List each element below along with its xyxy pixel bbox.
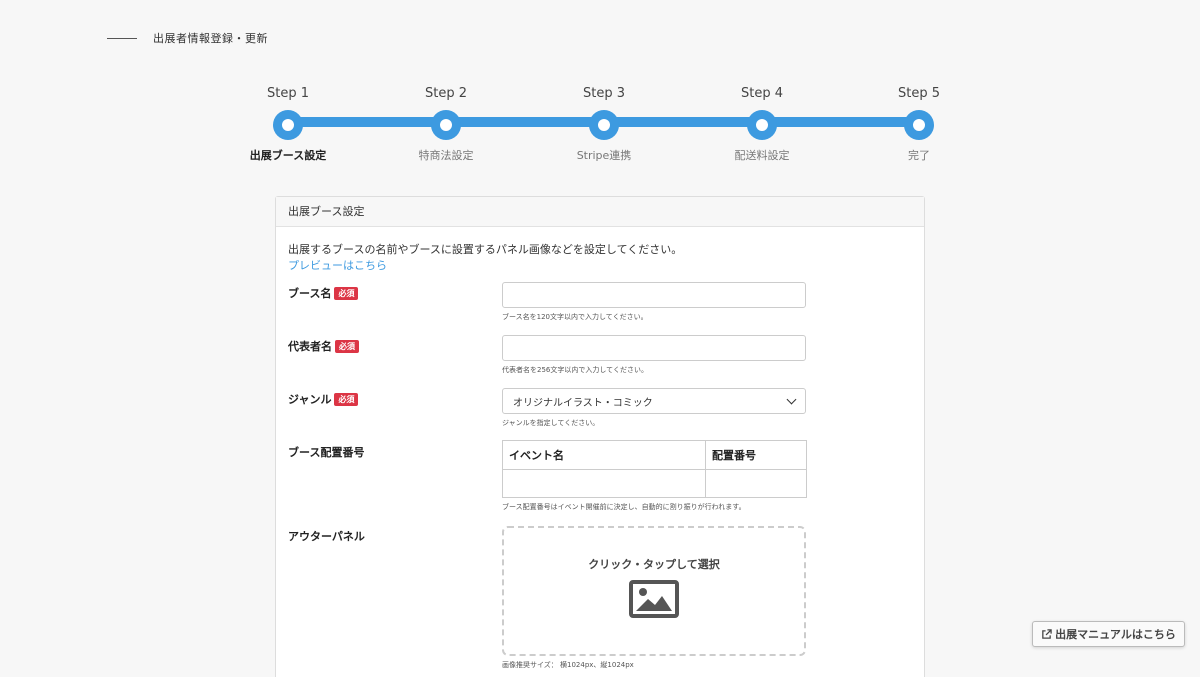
required-badge: 必須 [334,392,359,406]
step-5: Step 5 完了 [869,84,969,163]
genre-select[interactable]: オリジナルイラスト・コミック [502,388,806,414]
manual-button-label: 出展マニュアルはこちら [1055,629,1176,641]
genre-hint: ジャンルを指定してください。 [502,419,600,427]
step-node [431,110,461,140]
page-header: 出展者情報登録・更新 [107,30,268,46]
page-title: 出展者情報登録・更新 [153,32,268,45]
card-title: 出展ブース設定 [276,197,924,227]
step-node [904,110,934,140]
header-rule [107,37,137,39]
table-cell [502,468,706,498]
booth-settings-card: 出展ブース設定 出展するブースの名前やブースに設置するパネル画像などを設定してく… [275,196,925,677]
booth-name-hint: ブース名を120文字以内で入力してください。 [502,313,648,321]
outer-panel-label: アウターパネル [288,528,365,544]
field-label-text: アウターパネル [288,530,365,543]
booth-number-label: ブース配置番号 [288,444,364,460]
step-name: 配送料設定 [734,149,790,162]
table-cell [705,468,807,498]
step-node [273,110,303,140]
step-name: 特商法設定 [418,149,474,162]
exhibitor-manual-button[interactable]: 出展マニュアルはこちら [1032,621,1185,647]
image-icon [629,580,679,618]
representative-label: 代表者名 必須 [288,338,359,354]
booth-name-label: ブース名 必須 [288,285,359,301]
step-node [747,110,777,140]
step-number: Step 2 [424,86,467,101]
step-number: Step 1 [266,86,309,101]
genre-selected-value: オリジナルイラスト・コミック [513,397,653,409]
outer-panel-dropzone[interactable]: クリック・タップして選択 [502,526,806,656]
field-label-text: ジャンル [288,393,332,406]
field-label-text: 代表者名 [288,340,332,353]
representative-hint: 代表者名を256文字以内で入力してください。 [502,366,648,374]
outer-panel-hint: 画像推奨サイズ： 横1024px、縦1024px [502,661,634,669]
dropzone-text: クリック・タップして選択 [588,558,720,571]
chevron-down-icon [786,394,797,404]
step-name: 完了 [908,149,930,162]
column-header-event: イベント名 [502,440,706,470]
step-name: Stripe連携 [576,149,632,162]
step-3: Step 3 Stripe連携 [554,84,654,163]
step-4: Step 4 配送料設定 [712,84,812,163]
table-row [502,468,807,498]
preview-link[interactable]: プレビューはこちら [288,257,387,273]
step-node [589,110,619,140]
step-name: 出展ブース設定 [249,149,327,162]
genre-label: ジャンル 必須 [288,391,359,407]
step-number: Step 5 [897,86,940,101]
step-number: Step 4 [740,86,783,101]
booth-number-table: イベント名 配置番号 [502,440,807,498]
required-badge: 必須 [335,339,359,353]
step-2: Step 2 特商法設定 [396,84,496,163]
representative-input[interactable] [502,335,806,361]
field-label-text: ブース配置番号 [288,446,365,459]
field-label-text: ブース名 [288,287,332,300]
step-1: Step 1 出展ブース設定 [238,84,338,163]
step-number: Step 3 [582,86,625,101]
table-header-row: イベント名 配置番号 [502,440,807,470]
booth-name-input[interactable] [502,282,806,308]
required-badge: 必須 [334,286,359,300]
booth-number-hint: ブース配置番号はイベント開催前に決定し、自動的に割り振りが行われます。 [502,503,746,511]
stepper: Step 1 出展ブース設定 Step 2 特商法設定 Step 3 Strip… [240,84,960,164]
intro-text: 出展するブースの名前やブースに設置するパネル画像などを設定してください。 [288,243,683,256]
column-header-number: 配置番号 [705,440,807,470]
external-link-icon [1042,628,1052,639]
